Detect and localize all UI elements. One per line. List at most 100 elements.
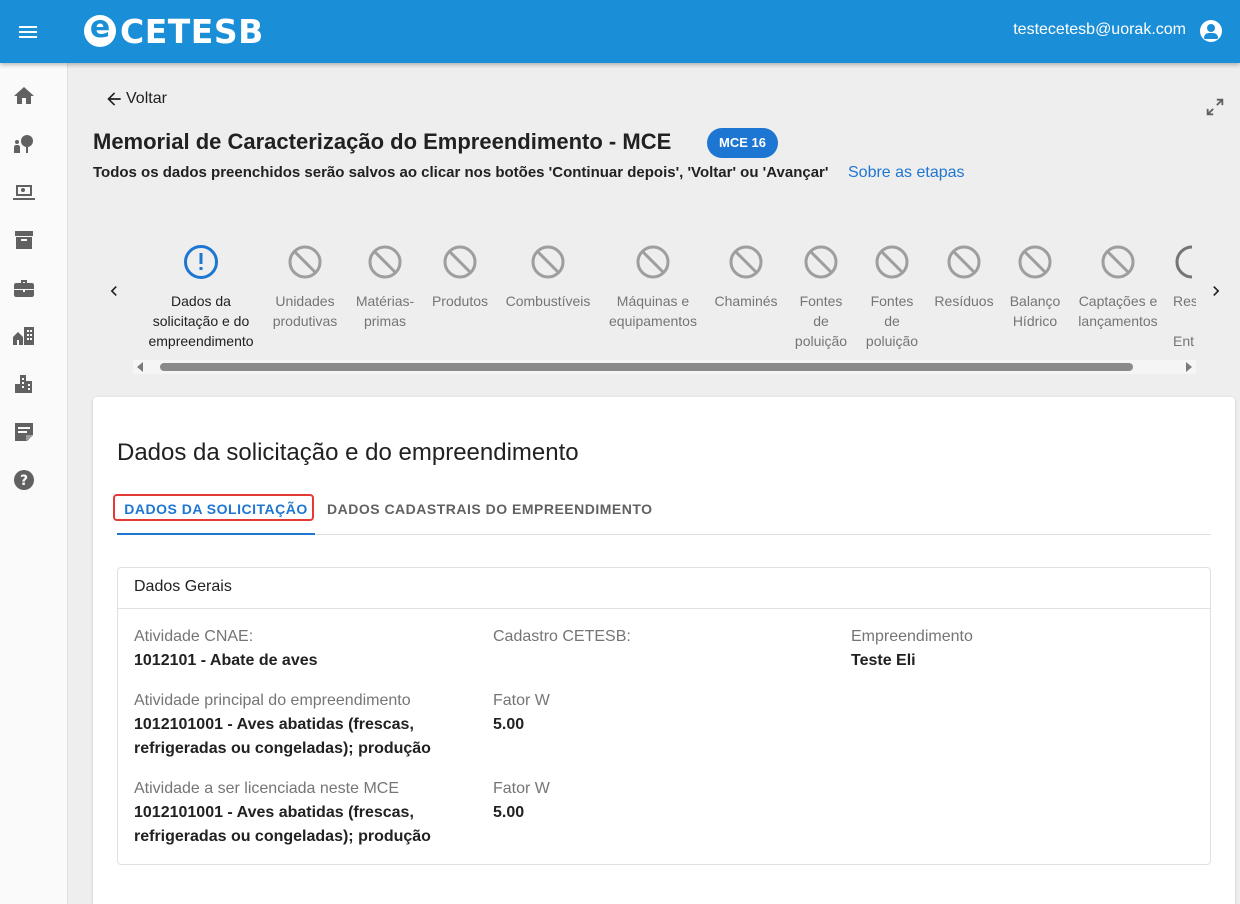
- scroll-left-icon[interactable]: [137, 362, 143, 372]
- step-fontes-poluicao-1[interactable]: Fontes de poluição: [788, 238, 854, 351]
- scroll-right-icon[interactable]: [1186, 362, 1192, 372]
- logo-mark: [84, 10, 116, 47]
- page-subtitle: Todos os dados preenchidos serão salvos …: [93, 164, 829, 181]
- block-icon: [368, 245, 402, 279]
- step-label-line: Balanço: [1009, 293, 1061, 309]
- sidebar-nav: ?: [0, 63, 68, 904]
- field-value: 5.00: [493, 804, 525, 821]
- alert-circle-icon: [184, 245, 218, 279]
- field-label: Fator W: [493, 780, 550, 797]
- step-label-line: Combustíveis: [505, 293, 591, 309]
- stepper: Dados da solicitação e do empreendimento U…: [133, 238, 1196, 360]
- block-icon: [1101, 245, 1135, 279]
- field-value: Teste Eli: [851, 652, 916, 669]
- field-label: Fator W: [493, 692, 550, 709]
- step-label-line: lançamentos: [1078, 313, 1158, 329]
- building-home-icon[interactable]: [12, 324, 36, 348]
- mce-badge: MCE 16: [707, 128, 778, 158]
- stepper-next-icon[interactable]: [1206, 281, 1226, 301]
- dados-gerais-section: Dados Gerais Atividade CNAE: 1012101 - A…: [117, 567, 1211, 865]
- step-produtos[interactable]: Produtos: [426, 238, 494, 311]
- step-unidades-produtivas[interactable]: Unidades produtivas: [269, 238, 341, 331]
- field-empreendimento: Empreendimento Teste Eli: [851, 625, 1181, 673]
- block-icon: [531, 245, 565, 279]
- step-label-line: Matérias-: [355, 293, 415, 309]
- field-value: 1012101001 - Aves abatidas (frescas, ref…: [134, 716, 431, 757]
- block-icon: [875, 245, 909, 279]
- step-dados-solicitacao[interactable]: Dados da solicitação e do empreendimento: [133, 238, 269, 351]
- field-atividade-principal: Atividade principal do empreendimento 10…: [134, 689, 454, 761]
- field-cadastro: Cadastro CETESB:: [493, 625, 823, 649]
- step-label-line: Dados da: [171, 293, 231, 309]
- note-icon[interactable]: [12, 420, 36, 444]
- home-icon[interactable]: [12, 84, 36, 108]
- cetesb-logo[interactable]: CETESB: [84, 10, 264, 51]
- step-fontes-poluicao-2[interactable]: Fontes de poluição: [859, 238, 925, 351]
- about-steps-link[interactable]: Sobre as etapas: [848, 164, 965, 182]
- field-label: Atividade a ser licenciada neste MCE: [134, 780, 400, 797]
- block-icon: [636, 245, 670, 279]
- highlight-box: [113, 494, 314, 521]
- user-email: testecetesb@uorak.com: [1013, 21, 1186, 38]
- tab-bar: DADOS DA SOLICITAÇÃO DADOS CADASTRAIS DO…: [113, 492, 1211, 535]
- step-residuos[interactable]: Resíduos: [930, 238, 998, 311]
- briefcase-icon[interactable]: [12, 276, 36, 300]
- step-label-line: primas: [363, 313, 406, 329]
- step-label-line: Produtos: [431, 293, 489, 309]
- stepper-scrollbar[interactable]: [133, 360, 1196, 374]
- block-icon: [804, 245, 838, 279]
- step-label-line: Hídrico: [1012, 313, 1058, 329]
- back-label: Voltar: [126, 90, 167, 107]
- step-label-line: Chaminés: [714, 293, 778, 309]
- tree-person-icon[interactable]: [12, 132, 36, 156]
- step-captacoes[interactable]: Captações e lançamentos: [1073, 238, 1163, 331]
- step-label-line: empreendimento: [148, 333, 254, 349]
- stepper-prev-icon[interactable]: [104, 281, 124, 301]
- step-chamines[interactable]: Chaminés: [711, 238, 781, 311]
- step-label-line: de: [813, 313, 829, 329]
- step-label-line: Captações e: [1078, 293, 1158, 309]
- field-fator-w-2: Fator W 5.00: [493, 777, 823, 825]
- tab-dados-solicitacao[interactable]: DADOS DA SOLICITAÇÃO: [113, 492, 315, 535]
- tab-label: DADOS CADASTRAIS DO EMPREENDIMENTO: [327, 501, 653, 517]
- step-label-line: Res: [1173, 293, 1196, 309]
- tab-dados-cadastrais[interactable]: DADOS CADASTRAIS DO EMPREENDIMENTO: [327, 492, 652, 535]
- scrollbar-thumb[interactable]: [160, 363, 1133, 371]
- step-label-line: Resíduos: [934, 293, 994, 309]
- field-value: 1012101 - Abate de aves: [134, 652, 318, 669]
- block-icon: [288, 245, 322, 279]
- field-atividade-licenciada: Atividade a ser licenciada neste MCE 101…: [134, 777, 454, 849]
- step-balanco-hidrico[interactable]: Balanço Hídrico: [1003, 238, 1067, 331]
- top-app-bar: CETESB testecetesb@uorak.com: [0, 0, 1240, 63]
- field-label: Cadastro CETESB:: [493, 628, 631, 645]
- svg-text:?: ?: [20, 473, 28, 489]
- step-label-line: produtivas: [272, 313, 338, 329]
- step-label-line: Máquinas e: [616, 293, 690, 309]
- step-label-line: de: [884, 313, 900, 329]
- field-fator-w-1: Fator W 5.00: [493, 689, 823, 737]
- laptop-icon[interactable]: [12, 180, 36, 204]
- section-title: Dados Gerais: [118, 568, 1210, 609]
- card-title: Dados da solicitação e do empreendimento: [117, 439, 579, 466]
- back-button[interactable]: Voltar: [104, 89, 167, 109]
- city-icon[interactable]: [12, 372, 36, 396]
- arrow-left-icon: [107, 92, 121, 106]
- step-label-line: poluição: [865, 333, 919, 349]
- step-label-line: Fontes: [799, 293, 843, 309]
- step-materias-primas[interactable]: Matérias-primas: [349, 238, 421, 331]
- archive-icon[interactable]: [12, 228, 36, 252]
- step-label-line: Fontes: [870, 293, 914, 309]
- account-circle-icon[interactable]: [1200, 20, 1222, 42]
- help-icon[interactable]: ?: [12, 468, 36, 492]
- step-partial[interactable]: Res Ent: [1173, 238, 1196, 351]
- fullscreen-icon[interactable]: [1204, 96, 1226, 118]
- step-maquinas[interactable]: Máquinas e equipamentos: [603, 238, 703, 331]
- step-label-line: Unidades: [275, 293, 335, 309]
- block-icon: [1018, 245, 1052, 279]
- step-combustiveis[interactable]: Combustíveis: [501, 238, 595, 311]
- field-value: 1012101001 - Aves abatidas (frescas, ref…: [134, 804, 431, 845]
- field-value: 5.00: [493, 716, 525, 733]
- menu-icon[interactable]: [14, 18, 42, 46]
- partial-circle-icon: [1175, 245, 1193, 279]
- field-label: Atividade CNAE:: [134, 628, 254, 645]
